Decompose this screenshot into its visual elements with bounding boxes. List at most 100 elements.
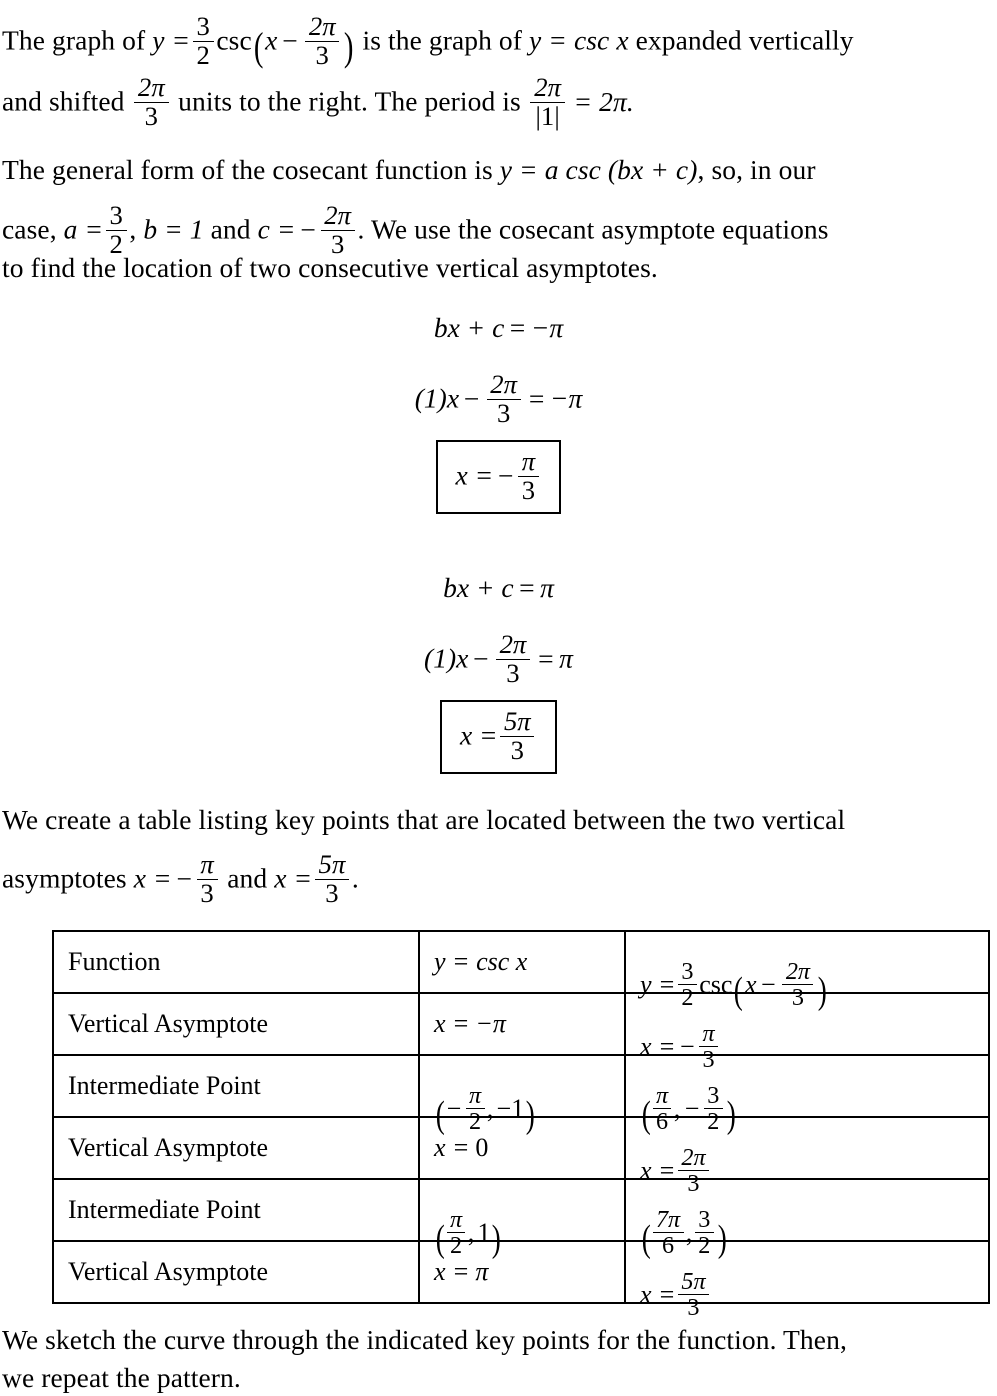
row2-col3-x-fraction: π6: [652, 1083, 672, 1136]
row0-col3-shift-num: 2π: [782, 959, 814, 986]
row3-col3-num: 2π: [678, 1145, 709, 1172]
p2-text-a: The general form of the cosecant functio…: [2, 154, 500, 185]
equation-1-line-1: bx + c = −π: [0, 312, 997, 344]
row3-col2-value: 0: [475, 1133, 489, 1162]
row4-col2-close-paren: ): [492, 1217, 502, 1260]
p4-text-b: we repeat the pattern.: [2, 1362, 241, 1393]
p1-period-fraction: 2π |1|: [530, 74, 565, 129]
eq2-l2-denominator: 3: [506, 657, 520, 688]
paragraph-table-intro-line2: asymptotes x = − π 3 and x = 5π 3.: [2, 851, 995, 906]
table-cell-label: Vertical Asymptote: [52, 1240, 420, 1304]
eq2-l2-equals: =: [538, 642, 554, 674]
table-cell-col3: y = 3 2 csc(x −2π 3): [624, 930, 990, 1010]
row3-label: Vertical Asymptote: [68, 1133, 269, 1162]
table-row: Function y = csc x y = 3 2 csc(x −2π 3): [52, 930, 990, 1010]
row4-col3-open-paren: (: [641, 1217, 651, 1260]
p1-text-d: and shifted: [2, 85, 132, 117]
p2-text-d: ,: [129, 213, 144, 245]
row4-col3-x-num: 7π: [652, 1207, 684, 1234]
row0-col3-var: x: [745, 970, 757, 1000]
boxed-answer-2: x = 5π 3: [439, 700, 558, 775]
p1-amplitude-numerator: 3: [192, 13, 214, 42]
p2-c-minus: −: [300, 213, 316, 245]
row0-col3-shift-den: 3: [791, 984, 804, 1012]
row4-col3-y-fraction: 32: [694, 1207, 714, 1260]
row0-label: Function: [68, 947, 161, 976]
p3-asym1-sign: −: [176, 862, 192, 894]
row2-col3-x-num: π: [652, 1083, 672, 1110]
row1-col3-sign: −: [680, 1032, 695, 1062]
eq1-l2-prefix: (1)x: [414, 382, 460, 414]
boxed-answer-1: x = − π 3: [435, 440, 562, 515]
boxed1-denominator: 3: [521, 474, 536, 505]
row2-col3-x-den: 6: [655, 1108, 669, 1136]
p2-a-numerator: 3: [105, 202, 127, 231]
table-cell-label: Intermediate Point: [52, 1178, 420, 1242]
equation-1-boxed-answer-row: x = − π 3: [0, 440, 997, 515]
row4-col2-x-den: 2: [449, 1232, 463, 1260]
row5-label: Vertical Asymptote: [68, 1257, 269, 1286]
p2-text-e: and: [203, 213, 258, 245]
eq1-l2-minus: −: [463, 382, 480, 414]
table-row: Vertical Asymptote x = π x = 5π 3: [52, 1240, 990, 1320]
equation-2-boxed-answer-row: x = 5π 3: [0, 700, 997, 775]
table-row: Intermediate Point (− π 2, −1) (π 6, −3 2): [52, 1054, 990, 1134]
row2-col3-close-paren: ): [726, 1093, 736, 1136]
eq2-rhs: π: [540, 572, 554, 603]
row2-col3-y-fraction: 32: [703, 1083, 723, 1136]
p2-text-b: , so, in our: [697, 154, 816, 185]
row2-label: Intermediate Point: [68, 1071, 261, 1100]
row2-col3-value: (π 6, −3 2): [640, 1083, 738, 1136]
equation-1-line-2: (1)x −2π 3 = −π: [0, 371, 997, 426]
eq1-l2-equals: =: [528, 382, 545, 414]
p2-text-g: to find the location of two consecutive …: [2, 252, 658, 283]
row2-col3-y-num: 3: [703, 1083, 723, 1110]
table-row: Intermediate Point (π 2, 1) (7π 6, 3 2): [52, 1178, 990, 1258]
row0-col3-shift-fraction: 2π 3: [782, 959, 814, 1012]
equation-2-line-1: bx + c = π: [0, 572, 997, 604]
row2-col2-value: (− π 2, −1): [434, 1083, 537, 1136]
row2-col3-y-den: 2: [707, 1108, 720, 1136]
p3-asym2-lhs: x =: [274, 862, 313, 894]
p2-c-numerator: 2π: [320, 202, 355, 231]
eq1-l2-fraction: 2π 3: [486, 371, 521, 426]
row0-col3-close-paren: ): [817, 969, 827, 1012]
p3-text-c: and: [220, 862, 275, 894]
eq2-l2-numerator: 2π: [495, 631, 530, 660]
table-cell-label: Function: [52, 930, 420, 994]
table-cell-label: Vertical Asymptote: [52, 1116, 420, 1180]
key-points-table: Function y = csc x y = 3 2 csc(x −2π 3) Verti…: [52, 930, 990, 1320]
eq2-l2-rhs: π: [559, 642, 573, 674]
p1-variable-x: x: [265, 24, 278, 56]
table-cell-label: Intermediate Point: [52, 1054, 420, 1118]
row0-col3-minus: −: [760, 970, 776, 1000]
p2-general-form-equation: y = a csc (bx + c): [499, 154, 698, 185]
row2-col2-x-den: 2: [469, 1108, 482, 1136]
paragraph-conclusion-line2: we repeat the pattern.: [2, 1360, 995, 1396]
row4-label: Intermediate Point: [68, 1195, 261, 1224]
row4-col2-y: 1: [477, 1218, 491, 1248]
eq2-l2-fraction: 2π 3: [495, 631, 530, 688]
p1-minus-sign: −: [282, 24, 298, 56]
row4-col3-close-paren: ): [717, 1217, 727, 1260]
p2-text-c: case,: [2, 213, 64, 245]
p1-csc-operator: csc: [216, 24, 252, 56]
paragraph-conclusion-line1: We sketch the curve through the indicate…: [2, 1322, 995, 1358]
p1-base-function: y = csc x: [529, 24, 629, 56]
row2-col3-y-sign: −: [684, 1094, 700, 1124]
row4-col2-open-paren: (: [435, 1217, 445, 1260]
row5-col3-num: 5π: [678, 1269, 709, 1296]
paragraph-table-intro-line1: We create a table listing key points tha…: [2, 802, 995, 838]
p1-text-e: units to the right. The period is: [171, 85, 528, 117]
row3-col2-lhs: x =: [434, 1133, 470, 1162]
p3-text-b: asymptotes: [2, 862, 134, 894]
row2-col2-x-sign: −: [446, 1094, 462, 1124]
row0-col3-lhs: y =: [640, 970, 676, 1000]
paragraph-asymptote-intro: to find the location of two consecutive …: [2, 250, 995, 286]
row5-col2-lhs: x =: [434, 1257, 470, 1286]
row4-col3-y-den: 2: [698, 1232, 711, 1260]
row2-col2-x-num: π: [465, 1083, 485, 1110]
boxed1-lhs: x =: [455, 459, 494, 491]
p1-period-numerator: 2π: [530, 74, 565, 103]
document-page: The graph of y = 3 2 csc(x −2π 3) is the grap…: [0, 0, 997, 1396]
